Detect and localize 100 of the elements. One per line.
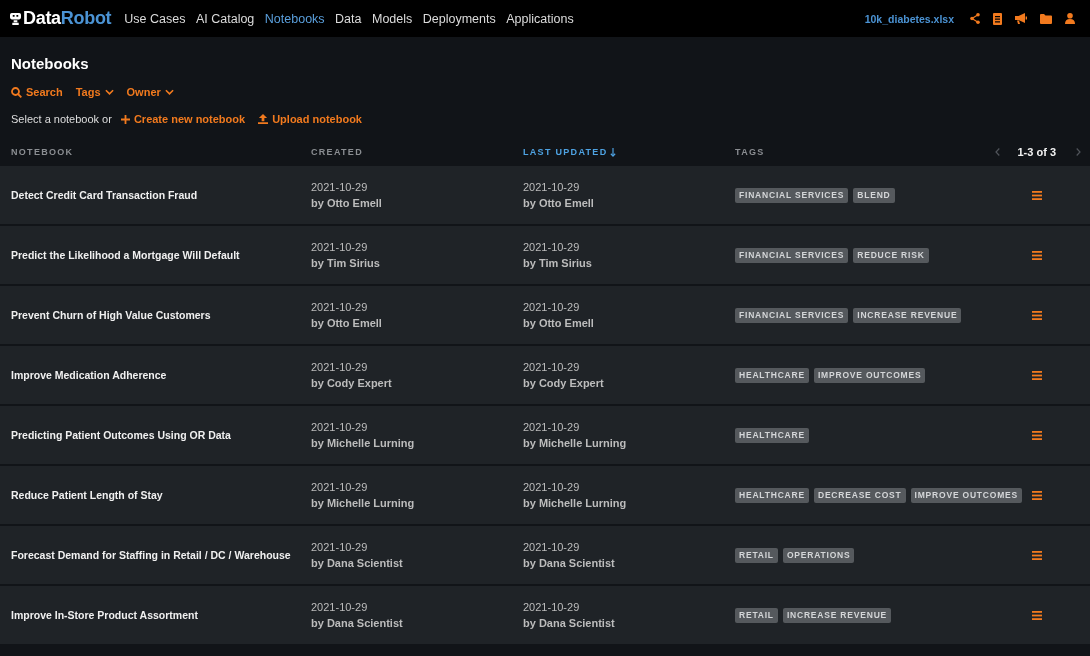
create-notebook-button[interactable]: Create new notebook: [120, 113, 246, 125]
nav-link[interactable]: Applications: [506, 11, 574, 26]
table-row[interactable]: Improve Medication Adherence 2021-10-29 by Cody Expert 2021-10-29 by Cody Expert HEALTHCARE IMPROVE OUTCOMES: [0, 346, 1090, 404]
tag: FINANCIAL SERVICES: [735, 247, 849, 263]
upload-notebook-button[interactable]: Upload notebook: [258, 113, 362, 125]
table-row[interactable]: Forecast Demand for Staffing in Retail / DC / Warehouse 2021-10-29 by Dana Scientist 2021-10-29 by Dana Scientist RETAIL OPERATIONS: [0, 526, 1090, 584]
column-header[interactable]: LAST UPDATED: [523, 147, 617, 157]
menu-icon[interactable]: [1032, 370, 1042, 380]
tag: INCREASE REVENUE: [853, 307, 962, 323]
prompt-text: Select a notebook or: [11, 113, 112, 125]
date-text: 2021-10-29: [523, 300, 580, 315]
table-row[interactable]: Predict the Likelihood a Mortgage Will Default 2021-10-29 by Tim Sirius 2021-10-29 by Tim Sirius FINANCIAL SERVICES REDUCE RISK: [0, 226, 1090, 284]
notebook-name[interactable]: Predict the Likelihood a Mortgage Will Default: [11, 249, 240, 261]
nav-link[interactable]: Deployments: [422, 11, 496, 26]
pagination-range: 1-3 of 3: [1017, 146, 1056, 158]
plus-icon: [120, 114, 130, 124]
tag: HEALTHCARE: [735, 367, 809, 383]
notebook-name[interactable]: Prevent Churn of High Value Customers: [11, 309, 211, 321]
notebook-name[interactable]: Forecast Demand for Staffing in Retail / DC / Warehouse: [11, 549, 291, 561]
robot-icon[interactable]: [10, 12, 21, 25]
nav-link[interactable]: Notebooks: [264, 11, 325, 26]
page-title: Notebooks: [11, 54, 89, 74]
date-text: 2021-10-29: [523, 240, 580, 255]
table-row[interactable]: Prevent Churn of High Value Customers 2021-10-29 by Otto Emell 2021-10-29 by Otto Emell FINANCIAL SERVICES INCREASE REVENUE: [0, 286, 1090, 344]
author-text: by Michelle Lurning: [523, 436, 627, 451]
tag: FINANCIAL SERVICES: [735, 187, 849, 203]
notebook-name[interactable]: Improve In-Store Product Assortment: [11, 609, 198, 621]
nav-link[interactable]: Models: [372, 11, 413, 26]
menu-icon[interactable]: [1032, 250, 1042, 260]
date-text: 2021-10-29: [523, 480, 580, 495]
user-icon[interactable]: [1065, 13, 1075, 24]
dataset-link[interactable]: 10k_diabetes.xlsx: [864, 12, 954, 25]
date-text: 2021-10-29: [523, 600, 580, 615]
author-text: by Otto Emell: [523, 196, 594, 211]
menu-icon[interactable]: [1032, 490, 1042, 500]
date-text: 2021-10-29: [523, 420, 580, 435]
megaphone-icon[interactable]: [1015, 13, 1027, 24]
date-text: 2021-10-29: [311, 420, 368, 435]
tag: RETAIL: [735, 547, 778, 563]
author-text: by Tim Sirius: [311, 256, 380, 271]
date-text: 2021-10-29: [311, 360, 368, 375]
date-text: 2021-10-29: [311, 240, 368, 255]
chevron-down-icon: [164, 89, 174, 95]
date-text: 2021-10-29: [311, 300, 368, 315]
tag: OPERATIONS: [782, 547, 855, 563]
tag: BLEND: [853, 187, 895, 203]
author-text: by Tim Sirius: [523, 256, 592, 271]
author-text: by Otto Emell: [311, 196, 382, 211]
author-text: by Michelle Lurning: [523, 496, 627, 511]
share-icon[interactable]: [970, 13, 980, 24]
notebook-name[interactable]: Improve Medication Adherence: [11, 369, 167, 381]
table-row[interactable]: Improve In-Store Product Assortment 2021-10-29 by Dana Scientist 2021-10-29 by Dana Scientist RETAIL INCREASE REVENUE: [0, 586, 1090, 644]
date-text: 2021-10-29: [311, 480, 368, 495]
tag: HEALTHCARE: [735, 487, 809, 503]
author-text: by Otto Emell: [311, 316, 382, 331]
search-button[interactable]: Search: [11, 86, 63, 98]
author-text: by Dana Scientist: [311, 556, 403, 571]
tag: FINANCIAL SERVICES: [735, 307, 849, 323]
author-text: by Michelle Lurning: [311, 436, 415, 451]
tag: REDUCE RISK: [853, 247, 929, 263]
tag: HEALTHCARE: [735, 427, 809, 443]
author-text: by Dana Scientist: [523, 556, 615, 571]
nav-link[interactable]: Data: [335, 11, 362, 26]
folder-icon[interactable]: [1040, 13, 1052, 24]
notebook-name[interactable]: Reduce Patient Length of Stay: [11, 489, 163, 501]
date-text: 2021-10-29: [523, 180, 580, 195]
upload-icon: [258, 114, 269, 124]
date-text: 2021-10-29: [523, 360, 580, 375]
search-icon: [11, 86, 22, 98]
author-text: by Otto Emell: [523, 316, 594, 331]
column-header[interactable]: TAGS: [735, 147, 765, 157]
nav-link[interactable]: Use Cases: [124, 11, 186, 26]
author-text: by Cody Expert: [311, 376, 392, 391]
chevron-down-icon: [104, 89, 114, 95]
notebook-name[interactable]: Detect Credit Card Transaction Fraud: [11, 189, 198, 201]
table-row[interactable]: Reduce Patient Length of Stay 2021-10-29 by Michelle Lurning 2021-10-29 by Michelle Lurning HEALTHCARE DECREASE COST IMPROVE OUTCOMES: [0, 466, 1090, 524]
tag: IMPROVE OUTCOMES: [910, 487, 1023, 503]
menu-icon[interactable]: [1032, 310, 1042, 320]
column-header[interactable]: CREATED: [311, 147, 363, 157]
nav-link[interactable]: AI Catalog: [195, 11, 255, 26]
author-text: by Dana Scientist: [311, 616, 403, 631]
date-text: 2021-10-29: [311, 180, 368, 195]
tag: DECREASE COST: [813, 487, 906, 503]
date-text: 2021-10-29: [311, 540, 368, 555]
sort-down-icon: [610, 147, 617, 157]
menu-icon[interactable]: [1032, 190, 1042, 200]
logo-wordmark[interactable]: DataRobot: [23, 8, 112, 29]
table-row[interactable]: Detect Credit Card Transaction Fraud 2021-10-29 by Otto Emell 2021-10-29 by Otto Emell FINANCIAL SERVICES BLEND: [0, 166, 1090, 224]
document-icon[interactable]: [993, 12, 1002, 25]
notebook-name[interactable]: Predicting Patient Outcomes Using OR Data: [11, 429, 231, 441]
tag: RETAIL: [735, 607, 778, 623]
menu-icon[interactable]: [1032, 610, 1042, 620]
filter-dropdown[interactable]: Tags: [75, 86, 114, 98]
menu-icon[interactable]: [1032, 430, 1042, 440]
date-text: 2021-10-29: [311, 600, 368, 615]
column-header[interactable]: NOTEBOOK: [11, 147, 74, 157]
table-row[interactable]: Predicting Patient Outcomes Using OR Data 2021-10-29 by Michelle Lurning 2021-10-29 by Michelle Lurning HEALTHCARE: [0, 406, 1090, 464]
tag: IMPROVE OUTCOMES: [813, 367, 926, 383]
filter-dropdown[interactable]: Owner: [126, 86, 174, 98]
menu-icon[interactable]: [1032, 550, 1042, 560]
